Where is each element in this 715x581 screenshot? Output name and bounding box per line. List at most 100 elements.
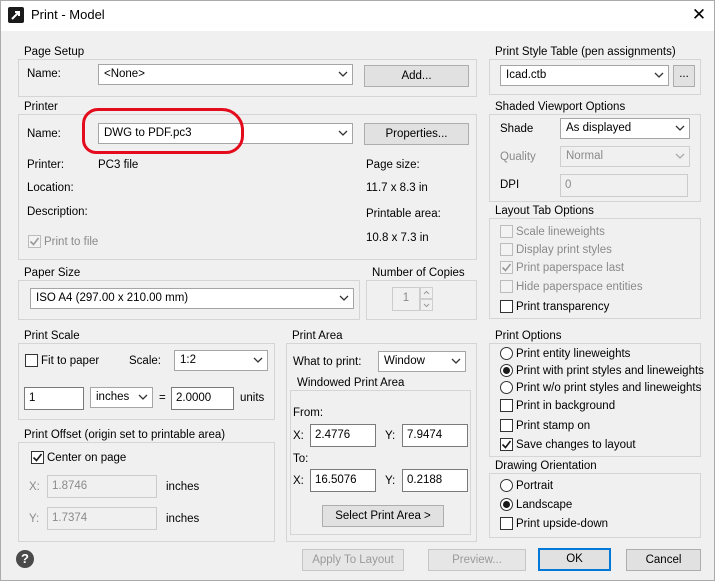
add-page-setup-button[interactable]: Add... (364, 65, 469, 87)
shade-select[interactable]: As displayed (560, 118, 690, 139)
scale-lineweights-checkbox[interactable] (500, 225, 513, 238)
hide-paperspace-entities-checkbox[interactable] (500, 280, 513, 293)
dpi-input[interactable]: 0 (560, 174, 688, 197)
page-setup-name-label: Name: (27, 68, 61, 80)
offset-x-input[interactable]: 1.8746 (47, 475, 157, 498)
page-size-value: 11.7 x 8.3 in (366, 182, 428, 194)
offset-x-unit: inches (166, 481, 200, 493)
chevron-down-icon (338, 130, 348, 136)
print-style-select[interactable]: Icad.ctb (500, 65, 669, 86)
window-title: Print - Model (31, 7, 105, 22)
scale-units-label: units (240, 392, 265, 404)
dpi-label: DPI (500, 179, 520, 191)
chevron-down-icon (451, 358, 461, 364)
shade-value: As displayed (566, 122, 632, 134)
from-label: From: (293, 407, 324, 419)
to-x-input[interactable]: 16.5076 (310, 469, 376, 492)
print-transparency-checkbox[interactable] (500, 300, 513, 313)
print-upside-down-label: Print upside-down (516, 518, 609, 530)
preview-button[interactable]: Preview... (428, 549, 526, 571)
printer-legend: Printer (22, 101, 60, 113)
cancel-button[interactable]: Cancel (626, 549, 701, 571)
what-to-print-select[interactable]: Window (378, 351, 466, 372)
print-to-file-checkbox[interactable] (28, 235, 41, 248)
print-in-background-checkbox[interactable] (500, 399, 513, 412)
print-paperspace-last-checkbox[interactable] (500, 261, 513, 274)
print-style-browse-button[interactable]: ... (673, 65, 695, 87)
quality-label: Quality (500, 151, 536, 163)
select-print-area-button[interactable]: Select Print Area > (322, 505, 444, 527)
portrait-radio[interactable] (500, 479, 513, 492)
chevron-down-icon (654, 72, 664, 78)
chevron-down-icon (339, 295, 349, 301)
print-scale-legend: Print Scale (22, 330, 82, 342)
offset-y-input[interactable]: 1.7374 (47, 507, 157, 530)
chevron-down-icon (253, 357, 263, 363)
page-setup-name-select[interactable]: <None> (98, 64, 353, 85)
landscape-label: Landscape (516, 499, 573, 511)
print-transparency-label: Print transparency (516, 301, 610, 313)
paper-size-select[interactable]: ISO A4 (297.00 x 210.00 mm) (30, 288, 354, 309)
save-changes-checkbox[interactable] (500, 438, 513, 451)
print-stamp-on-checkbox[interactable] (500, 419, 513, 432)
checkmark-icon (501, 440, 512, 449)
print-entity-lineweights-radio[interactable] (500, 347, 513, 360)
quality-select[interactable]: Normal (560, 146, 690, 167)
print-without-styles-radio[interactable] (500, 381, 513, 394)
checkmark-icon (29, 237, 40, 246)
hide-paperspace-entities-label: Hide paperspace entities (516, 281, 643, 293)
what-to-print-value: Window (384, 355, 425, 367)
shade-label: Shade (500, 123, 534, 135)
chevron-down-icon (675, 153, 685, 159)
scale-units-input[interactable]: 2.0000 (171, 387, 234, 410)
equals-sign: = (159, 392, 166, 404)
fit-to-paper-checkbox[interactable] (25, 354, 38, 367)
print-stamp-on-label: Print stamp on (516, 420, 591, 432)
to-x-label: X: (293, 475, 304, 487)
checkmark-icon (32, 453, 43, 462)
printer-name-select[interactable]: DWG to PDF.pc3 (98, 123, 353, 144)
print-with-styles-radio[interactable] (500, 364, 513, 377)
print-upside-down-checkbox[interactable] (500, 517, 513, 530)
portrait-label: Portrait (516, 480, 554, 492)
display-print-styles-checkbox[interactable] (500, 243, 513, 256)
printable-area-value: 10.8 x 7.3 in (366, 232, 429, 244)
from-x-input[interactable]: 2.4776 (310, 424, 376, 447)
orientation-legend: Drawing Orientation (493, 460, 599, 472)
chevron-down-icon (675, 125, 685, 131)
printer-name-value: DWG to PDF.pc3 (104, 127, 192, 139)
close-icon[interactable]: ✕ (686, 3, 712, 27)
scale-amount-input[interactable]: 1 (24, 387, 84, 410)
copies-input[interactable]: 1 (392, 287, 420, 311)
what-to-print-label: What to print: (293, 356, 362, 368)
spin-up-icon[interactable] (420, 287, 433, 299)
scale-unit-select[interactable]: inches (90, 387, 153, 408)
print-style-legend: Print Style Table (pen assignments) (493, 46, 678, 58)
windowed-print-area-legend: Windowed Print Area (295, 377, 407, 389)
apply-to-layout-button[interactable]: Apply To Layout (302, 549, 404, 571)
help-icon[interactable]: ? (16, 550, 34, 568)
page-setup-legend: Page Setup (22, 46, 87, 58)
ok-button[interactable]: OK (538, 548, 611, 571)
landscape-radio[interactable] (500, 498, 513, 511)
scale-unit-value: inches (96, 391, 130, 403)
print-in-background-label: Print in background (516, 400, 616, 412)
to-y-input[interactable]: 0.2188 (402, 469, 468, 492)
from-x-label: X: (293, 430, 304, 442)
page-size-label: Page size: (366, 159, 420, 171)
copies-legend: Number of Copies (370, 267, 467, 279)
to-label: To: (293, 453, 309, 465)
printable-area-label: Printable area: (366, 208, 441, 220)
scale-select[interactable]: 1:2 (174, 350, 268, 371)
printer-properties-button[interactable]: Properties... (364, 123, 469, 145)
layout-tab-legend: Layout Tab Options (493, 205, 596, 217)
center-on-page-checkbox[interactable] (31, 451, 44, 464)
save-changes-label: Save changes to layout (516, 439, 636, 451)
offset-y-label: Y: (29, 513, 40, 525)
print-options-legend: Print Options (493, 330, 564, 342)
print-offset-legend: Print Offset (origin set to printable ar… (22, 429, 228, 441)
scale-value: 1:2 (180, 354, 196, 366)
scale-lineweights-label: Scale lineweights (516, 226, 605, 238)
spin-down-icon[interactable] (420, 299, 433, 311)
from-y-input[interactable]: 7.9474 (402, 424, 468, 447)
